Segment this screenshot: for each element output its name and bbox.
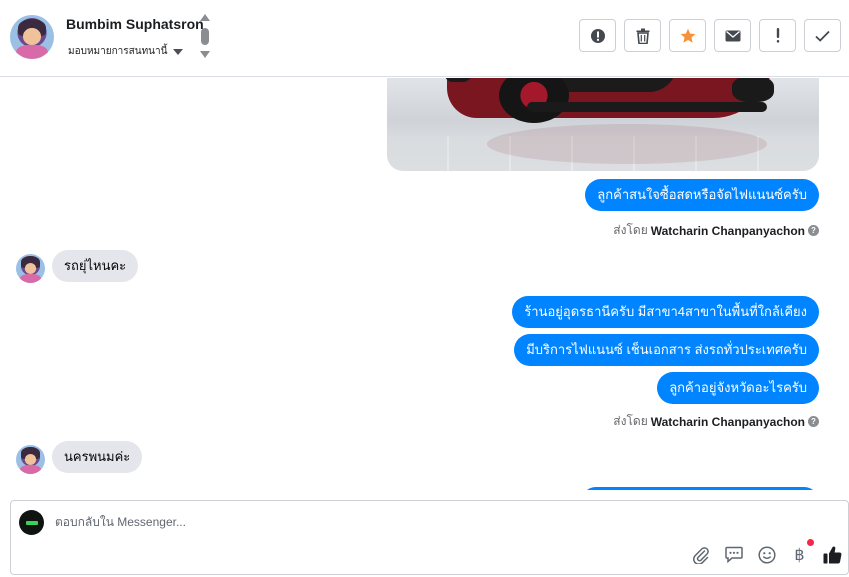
delete-button[interactable]	[624, 19, 661, 52]
contact-name[interactable]: Bumbim Suphatsron	[66, 16, 204, 32]
message-bubble-outgoing-partial[interactable]	[581, 487, 819, 490]
header-scrollbar[interactable]	[199, 14, 211, 60]
assign-conversation-dropdown[interactable]: มอบหมายการสนทนานี้	[68, 44, 184, 59]
page-avatar	[19, 510, 44, 535]
message-bubble-incoming[interactable]: รถยุ่ไหนคะ	[52, 250, 139, 282]
emoji-button[interactable]	[757, 545, 776, 564]
sent-by-prefix: ส่งโดย	[613, 223, 648, 237]
paperclip-icon	[692, 546, 709, 564]
message-bubble-outgoing[interactable]: ลูกค้าสนใจซื้อสดหรือจัดไฟแนนซ์ครับ	[585, 179, 819, 211]
message-thread[interactable]: ลูกค้าสนใจซื้อสดหรือจัดไฟแนนซ์ครับ ส่งโด…	[0, 78, 849, 490]
chat-bubble-icon	[724, 546, 743, 563]
contact-avatar-small[interactable]	[16, 254, 45, 283]
info-icon[interactable]: ?	[808, 225, 819, 236]
conversation-actions	[579, 19, 841, 52]
attach-button[interactable]	[691, 545, 710, 564]
assign-label: มอบหมายการสนทนานี้	[68, 46, 168, 57]
smiley-icon	[757, 545, 776, 564]
sent-by-prefix: ส่งโดย	[613, 414, 648, 428]
message-bubble-outgoing[interactable]: ร้านอยู่อุดรธานีครับ มีสาขา4สาขาในพื้นที…	[512, 296, 819, 328]
contact-avatar[interactable]	[10, 15, 54, 59]
sent-by-line: ส่งโดย Watcharin Chanpanyachon ?	[613, 412, 819, 431]
check-icon	[815, 30, 830, 42]
mark-unread-button[interactable]	[714, 19, 751, 52]
star-icon	[680, 28, 695, 43]
message-bubble-incoming[interactable]: นครพนมค่ะ	[52, 441, 143, 473]
star-button[interactable]	[669, 19, 706, 52]
message-bubble-outgoing[interactable]: ลูกค้าอยู่จังหวัดอะไรครับ	[657, 372, 819, 404]
info-icon[interactable]: ?	[808, 416, 819, 427]
composer-tools: ฿	[691, 539, 842, 564]
message-bubble-outgoing[interactable]: มีบริการไฟแนนซ์ เช็นเอกสาร ส่งรถทั่วประเ…	[514, 334, 819, 366]
envelope-icon	[725, 30, 740, 41]
payment-button[interactable]: ฿	[790, 539, 814, 564]
thumbs-up-icon	[823, 546, 842, 564]
caret-down-icon	[173, 48, 184, 55]
scroll-thumb[interactable]	[201, 28, 209, 45]
like-button[interactable]	[823, 545, 842, 564]
done-button[interactable]	[804, 19, 841, 52]
follow-up-button[interactable]	[759, 19, 796, 52]
agent-name[interactable]: Watcharin Chanpanyachon	[651, 415, 805, 429]
scroll-down-arrow-icon[interactable]	[200, 51, 210, 58]
exclamation-icon	[776, 28, 779, 43]
contact-avatar-small[interactable]	[16, 445, 45, 474]
sent-by-line: ส่งโดย Watcharin Chanpanyachon ?	[613, 221, 819, 240]
notification-dot	[807, 539, 814, 546]
agent-name[interactable]: Watcharin Chanpanyachon	[651, 224, 805, 238]
alert-circle-icon	[590, 28, 605, 43]
conversation-header: Bumbim Suphatsron มอบหมายการสนทนานี้	[0, 0, 849, 77]
trash-icon	[636, 28, 649, 44]
saved-replies-button[interactable]	[724, 545, 743, 564]
car-photo-attachment[interactable]	[387, 78, 819, 171]
baht-icon: ฿	[794, 545, 805, 564]
spam-button[interactable]	[579, 19, 616, 52]
scroll-up-arrow-icon[interactable]	[200, 14, 210, 21]
reply-composer: ฿	[10, 500, 849, 575]
reply-input[interactable]	[55, 515, 655, 529]
